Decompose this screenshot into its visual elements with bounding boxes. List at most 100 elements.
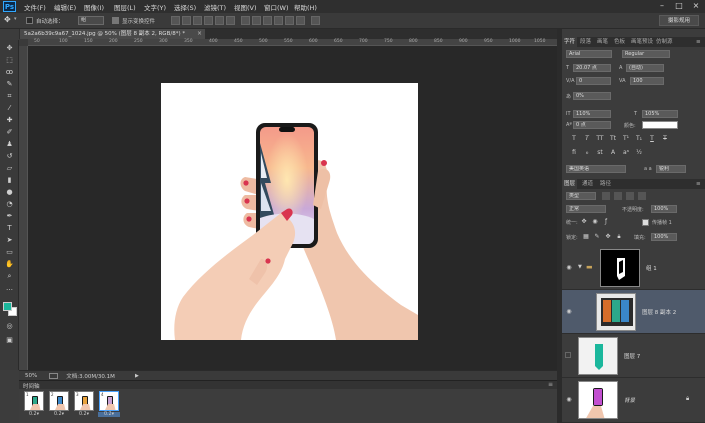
tab-clone-source[interactable]: 仿制源 (654, 37, 675, 47)
text-color-swatch[interactable] (642, 121, 678, 129)
menu-view[interactable]: 视图(V) (234, 2, 257, 12)
underline-icon[interactable]: T (648, 135, 656, 143)
menu-layer[interactable]: 图层(L) (114, 2, 136, 12)
horizontal-scale-field[interactable]: 105% (642, 110, 678, 118)
lock-pixels-icon[interactable]: ✎ (593, 233, 601, 241)
menu-select[interactable]: 选择(S) (174, 2, 196, 12)
align-vcenter-icon[interactable] (182, 16, 191, 25)
opacity-field[interactable]: 100% (651, 205, 677, 213)
faux-italic-icon[interactable]: T (583, 135, 591, 143)
font-size-field[interactable]: 20.07 点 (573, 64, 611, 72)
fraction-icon[interactable]: ½ (635, 149, 643, 157)
align-left-icon[interactable] (204, 16, 213, 25)
blur-tool-icon[interactable]: ● (5, 188, 14, 196)
pen-tool-icon[interactable]: ✒ (5, 212, 14, 220)
strikethrough-icon[interactable]: T (661, 135, 669, 143)
auto-align-icon[interactable] (311, 16, 320, 25)
superscript-icon[interactable]: T¹ (622, 135, 630, 143)
quick-select-tool-icon[interactable]: ✎ (5, 80, 14, 88)
horizontal-ruler[interactable]: 50 100 150 200 250 300 350 400 450 500 5… (28, 39, 557, 46)
lock-position-icon[interactable]: ✥ (604, 233, 612, 241)
distribute-vcenter-icon[interactable] (252, 16, 261, 25)
frame-duration[interactable]: 0.2▾ (73, 412, 95, 417)
frame-duration[interactable]: 0.2▾ (23, 412, 45, 417)
maximize-icon[interactable]: □ (674, 1, 684, 11)
anti-alias-select[interactable]: 锐利 (656, 165, 686, 173)
timeline-frame[interactable]: 2 0.2▾ (48, 391, 70, 421)
layer-name[interactable]: 背景 (624, 396, 635, 404)
all-caps-icon[interactable]: TT (596, 135, 604, 143)
panel-menu-icon[interactable]: ≡ (548, 381, 553, 388)
lasso-tool-icon[interactable]: ꝏ (5, 68, 14, 76)
menu-file[interactable]: 文件(F) (24, 2, 46, 12)
zoom-tool-icon[interactable]: ⌕ (5, 272, 14, 280)
tab-swatches[interactable]: 色板 (612, 37, 627, 47)
clone-stamp-tool-icon[interactable]: ♟ (5, 140, 14, 148)
distribute-left-icon[interactable] (274, 16, 283, 25)
tool-preset-dropdown-icon[interactable]: ▾ (14, 16, 17, 22)
eraser-tool-icon[interactable]: ▱ (5, 164, 14, 172)
zoom-level[interactable]: 50% (25, 373, 37, 379)
tracking-field[interactable]: 100 (630, 77, 664, 85)
frame-duration[interactable]: 0.2▾ (48, 412, 70, 417)
proportional-scale-field[interactable]: 0% (573, 92, 611, 100)
quick-mask-icon[interactable]: ◎ (5, 322, 14, 330)
vertical-scale-field[interactable]: 110% (573, 110, 611, 118)
ordinal-icon[interactable]: aᵃ (622, 149, 630, 157)
language-select[interactable]: 美国英语 (566, 165, 626, 173)
stylistic-alt-icon[interactable]: st (596, 149, 604, 157)
foreground-color-swatch[interactable] (3, 302, 12, 311)
menu-filter[interactable]: 滤镜(T) (204, 2, 226, 12)
crop-tool-icon[interactable]: ⌗ (5, 92, 14, 100)
document-canvas[interactable] (161, 83, 418, 340)
distribute-right-icon[interactable] (296, 16, 305, 25)
tab-brush[interactable]: 画笔 (595, 37, 610, 47)
status-menu-arrow-icon[interactable]: ▶ (135, 373, 139, 379)
menu-window[interactable]: 窗口(W) (264, 2, 289, 12)
visibility-eye-icon[interactable]: ◉ (565, 396, 573, 404)
filter-shape-icon[interactable] (638, 192, 646, 200)
timeline-frame[interactable]: 3 0.2▾ (73, 391, 95, 421)
visibility-eye-icon[interactable]: ◉ (565, 264, 573, 272)
visibility-eye-icon[interactable]: ◉ (565, 308, 573, 316)
close-tab-icon[interactable]: × (197, 29, 202, 39)
align-right-icon[interactable] (226, 16, 235, 25)
align-hcenter-icon[interactable] (215, 16, 224, 25)
group-expand-icon[interactable]: ▼ (578, 264, 582, 270)
filter-adjustment-icon[interactable] (614, 192, 622, 200)
filter-type-icon[interactable] (626, 192, 634, 200)
distribute-bottom-icon[interactable] (263, 16, 272, 25)
layer-name[interactable]: 图层 7 (624, 352, 640, 360)
type-tool-icon[interactable]: T (5, 224, 14, 232)
history-brush-tool-icon[interactable]: ↺ (5, 152, 14, 160)
distribute-top-icon[interactable] (241, 16, 250, 25)
faux-bold-icon[interactable]: T (570, 135, 578, 143)
fill-field[interactable]: 100% (651, 233, 677, 241)
move-tool-icon[interactable]: ✥ (4, 15, 11, 24)
small-caps-icon[interactable]: Tt (609, 135, 617, 143)
tab-paragraph[interactable]: 段落 (578, 37, 593, 47)
brush-tool-icon[interactable]: ✐ (5, 128, 14, 136)
layer-filter-kind-select[interactable]: 类型 (566, 192, 596, 200)
minimize-icon[interactable]: – (657, 1, 667, 11)
path-select-tool-icon[interactable]: ➤ (5, 236, 14, 244)
layer-row[interactable]: ◉ 背景 🔒︎ (562, 378, 705, 423)
lock-transparency-icon[interactable]: ▦ (582, 233, 590, 241)
font-family-select[interactable]: Arial (566, 50, 612, 58)
show-transform-checkbox[interactable] (112, 17, 119, 24)
auto-select-dropdown[interactable]: 组 (78, 16, 104, 25)
distribute-hcenter-icon[interactable] (285, 16, 294, 25)
marquee-tool-icon[interactable]: ⬚ (5, 56, 14, 64)
screen-mode-icon[interactable]: ▣ (5, 336, 14, 344)
leading-field[interactable]: (自动) (626, 64, 664, 72)
gradient-tool-icon[interactable]: ▮ (5, 176, 14, 184)
align-bottom-icon[interactable] (193, 16, 202, 25)
layer-row-selected[interactable]: ◉ 图层 8 副本 2 (562, 290, 705, 334)
unify-visibility-icon[interactable]: ◉ (591, 218, 599, 226)
layer-thumbnail[interactable] (596, 293, 636, 331)
ligature-icon[interactable]: fi (570, 149, 578, 157)
lock-all-icon[interactable]: 🔒︎ (615, 233, 623, 241)
layer-row[interactable]: ◉ ▼ ▬ 组 1 (562, 246, 705, 290)
layer-row[interactable]: 图层 7 (562, 334, 705, 378)
blend-mode-select[interactable]: 正常 (566, 205, 606, 213)
